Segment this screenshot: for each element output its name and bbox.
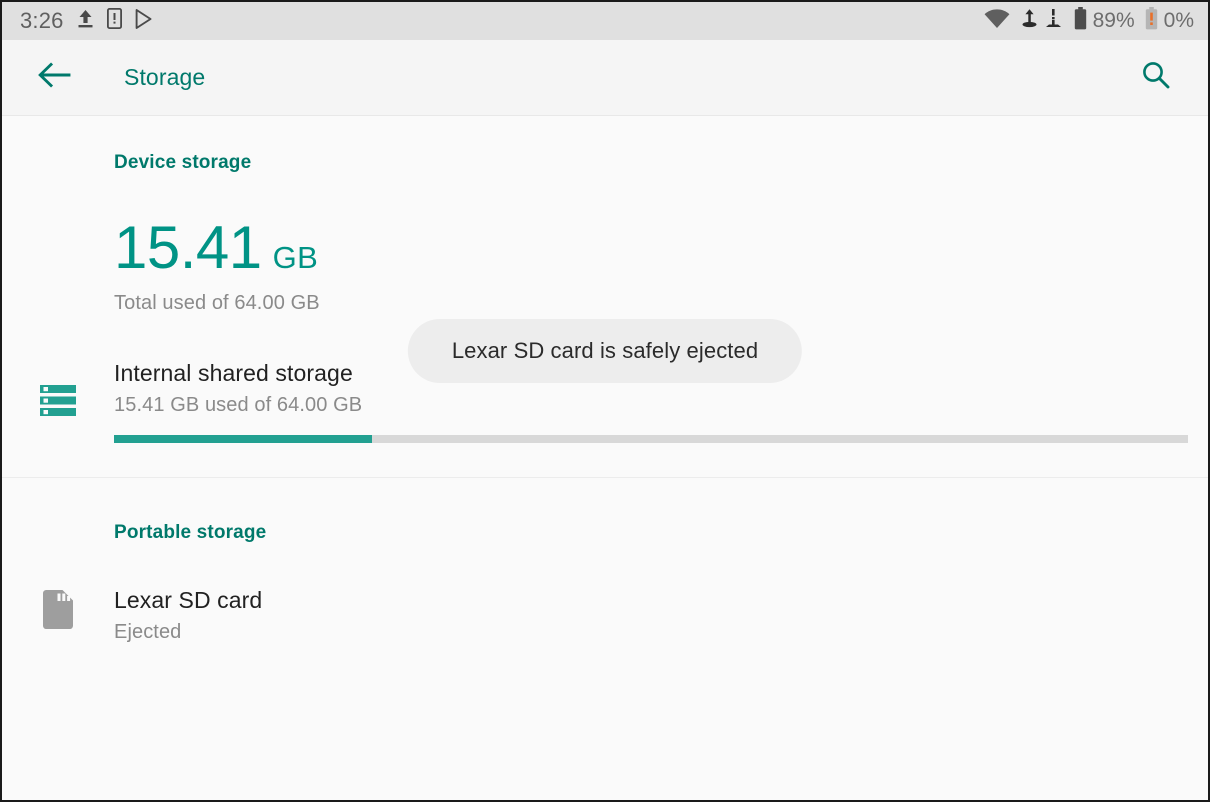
toast-text: Lexar SD card is safely ejected xyxy=(451,338,759,363)
search-icon xyxy=(1140,59,1172,96)
storage-settings-screen: 3:26 89% 0% Storage Device storage 15.41… xyxy=(0,0,1210,802)
sd-card-icon xyxy=(43,589,73,634)
status-clock: 3:26 xyxy=(20,7,64,33)
volume-row-lexar-sd-card[interactable]: Lexar SD card Ejected xyxy=(2,586,1208,644)
volume-icon-wrap xyxy=(2,359,114,421)
storage-progress-track xyxy=(114,434,1188,443)
status-bar: 3:26 89% 0% xyxy=(2,2,1208,40)
device-storage-value: 15.41 xyxy=(114,214,262,281)
volume-subtitle: Ejected xyxy=(114,620,182,643)
device-storage-unit: GB xyxy=(272,240,319,275)
stylus-charging-icon xyxy=(1020,8,1039,34)
battery-secondary-label: 0% xyxy=(1163,9,1194,32)
battery-primary-label: 89% xyxy=(1092,9,1135,32)
back-button[interactable] xyxy=(28,52,80,104)
upload-icon xyxy=(77,9,94,34)
battery-primary-icon xyxy=(1074,7,1087,35)
status-bar-right: 89% 0% xyxy=(984,7,1194,35)
section-header-portable-storage: Portable storage xyxy=(114,521,267,543)
app-bar: Storage xyxy=(2,40,1208,116)
status-bar-left: 3:26 xyxy=(20,7,153,34)
storage-progress-fill xyxy=(114,434,372,443)
section-header-device-storage: Device storage xyxy=(114,152,252,173)
section-device-storage: Device storage 15.41 GB Total used of 64… xyxy=(2,116,1208,477)
volume-subtitle: 15.41 GB used of 64.00 GB xyxy=(114,393,363,416)
wifi-icon xyxy=(984,8,1010,34)
section-portable-storage: Portable storage Lexar SD card Ejected xyxy=(2,476,1208,644)
battery-secondary-alert-icon xyxy=(1145,7,1158,35)
device-storage-subtitle: Total used of 64.00 GB xyxy=(114,292,320,314)
internal-storage-icon xyxy=(40,385,76,421)
volume-body: Lexar SD card Ejected xyxy=(114,586,1208,644)
volume-title: Lexar SD card xyxy=(114,586,263,613)
arrow-back-icon xyxy=(37,60,71,95)
toast-message: Lexar SD card is safely ejected xyxy=(407,319,803,383)
play-store-icon xyxy=(135,8,153,34)
volume-icon-wrap xyxy=(2,586,114,634)
search-button[interactable] xyxy=(1130,52,1182,104)
content-area: Device storage 15.41 GB Total used of 64… xyxy=(2,116,1208,799)
device-storage-summary: 15.41 GB Total used of 64.00 GB xyxy=(2,174,1208,315)
page-title: Storage xyxy=(124,64,206,90)
device-alert-icon xyxy=(106,7,122,34)
stylus-alert-icon xyxy=(1045,8,1062,34)
device-storage-amount: 15.41 GB xyxy=(114,218,1208,278)
